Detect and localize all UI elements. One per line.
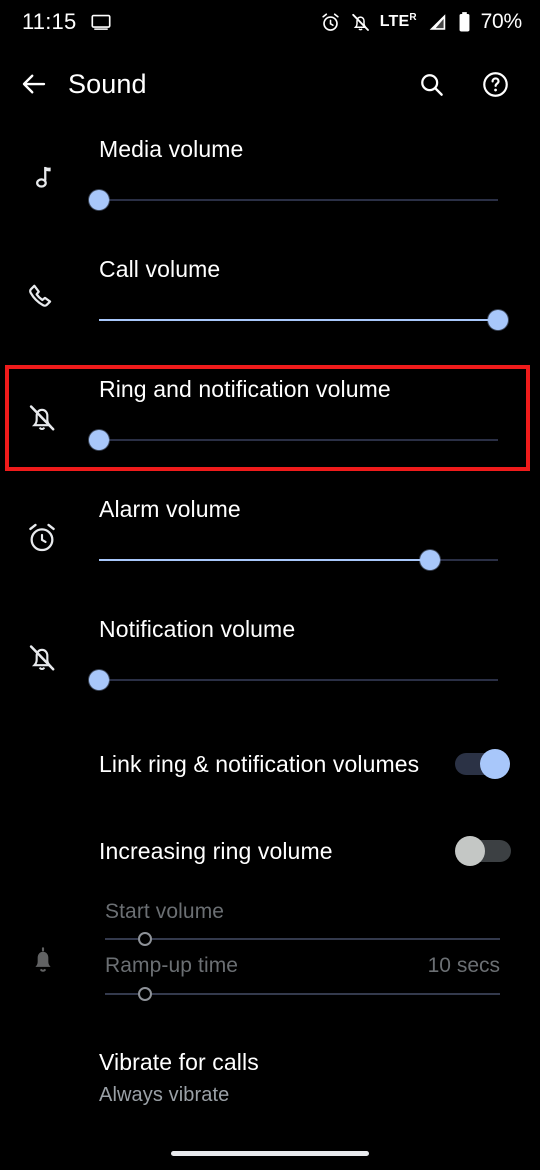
ramp-up-value: 10 secs <box>427 954 500 977</box>
increasing-ring-options-group: Start volume 10 secs Ramp-up time <box>0 892 540 1027</box>
slider-track <box>105 993 500 995</box>
volume-row-notification[interactable]: Notification volume <box>0 598 540 718</box>
slider-thumb[interactable] <box>420 550 441 570</box>
phone-icon <box>20 276 64 320</box>
page-title: Sound <box>68 68 147 99</box>
ramp-up-label-line: 10 secs Ramp-up time <box>105 954 500 978</box>
slider-fill <box>99 319 498 321</box>
status-bar: 11:15 LTE R 70% <box>0 0 540 44</box>
slider-track <box>105 938 500 940</box>
volume-slider-media[interactable] <box>89 190 498 210</box>
vibrate-for-calls-title: Vibrate for calls <box>99 1049 259 1075</box>
volume-label-notification: Notification volume <box>99 616 296 642</box>
setting-row-increasing-ring-volume[interactable]: Increasing ring volume <box>0 810 540 892</box>
slider-fill <box>99 559 431 561</box>
signal-icon <box>426 11 448 33</box>
volume-label-ring-and-notification: Ring and notification volume <box>99 376 391 402</box>
alarm-clock-icon <box>20 516 64 560</box>
setting-label-link-ring-notification: Link ring & notification volumes <box>99 751 420 777</box>
help-circle-icon <box>481 70 510 99</box>
alarm-icon <box>320 12 341 33</box>
slider-thumb[interactable] <box>89 190 109 210</box>
slider-track <box>99 439 498 441</box>
volume-slider-call[interactable] <box>99 310 508 330</box>
slider-thumb[interactable] <box>89 430 109 450</box>
battery-percent-label: 70% <box>480 10 523 33</box>
slider-thumb[interactable] <box>89 670 109 690</box>
toggle-thumb <box>480 749 510 779</box>
slider-thumb <box>137 932 152 946</box>
setting-row-vibrate-for-calls[interactable]: Vibrate for calls Always vibrate <box>0 1027 540 1107</box>
slider-track <box>99 679 498 681</box>
setting-label-increasing-ring-volume: Increasing ring volume <box>99 838 333 864</box>
ramp-up-slider <box>105 987 500 1001</box>
notifications-off-icon <box>350 12 371 33</box>
bell-off-icon <box>20 396 64 440</box>
volume-label-alarm: Alarm volume <box>99 496 241 522</box>
back-button[interactable] <box>0 69 68 99</box>
status-bar-clock: 11:15 <box>22 9 77 34</box>
battery-icon <box>457 11 472 33</box>
music-note-icon <box>20 156 64 200</box>
lte-icon: LTE R <box>379 11 417 31</box>
sound-settings-list: Media volume Call volume Ring and notifi… <box>0 118 540 1107</box>
roaming-label: R <box>409 11 417 23</box>
back-arrow-icon <box>19 69 49 99</box>
cast-screen-icon <box>90 11 112 33</box>
volume-slider-alarm[interactable] <box>99 550 498 570</box>
volume-row-ring-and-notification[interactable]: Ring and notification volume <box>0 358 540 478</box>
start-volume-slider <box>105 932 500 946</box>
start-volume-label: Start volume <box>105 900 225 923</box>
volume-label-media: Media volume <box>99 136 244 162</box>
slider-thumb[interactable] <box>488 310 508 330</box>
volume-slider-notification[interactable] <box>89 670 498 690</box>
start-volume-label-line: Start volume <box>105 900 500 924</box>
vibrate-for-calls-subtitle: Always vibrate <box>99 1084 230 1106</box>
bell-ring-icon <box>22 939 64 981</box>
app-bar-actions <box>408 61 540 107</box>
slider-track <box>99 199 498 201</box>
volume-row-media[interactable]: Media volume <box>0 118 540 238</box>
volume-row-call[interactable]: Call volume <box>0 238 540 358</box>
volume-label-call: Call volume <box>99 256 221 282</box>
toggle-link-ring-notification[interactable] <box>455 747 511 781</box>
ramp-up-label: Ramp-up time <box>105 954 239 977</box>
help-button[interactable] <box>472 61 518 107</box>
search-icon <box>418 71 445 98</box>
slider-thumb <box>137 987 152 1001</box>
app-bar: Sound <box>0 50 540 118</box>
toggle-thumb <box>455 836 485 866</box>
volume-row-alarm[interactable]: Alarm volume <box>0 478 540 598</box>
navigation-bar <box>0 1136 540 1170</box>
toggle-increasing-ring-volume[interactable] <box>455 834 511 868</box>
volume-slider-ring-and-notification[interactable] <box>89 430 498 450</box>
lte-label: LTE <box>379 13 410 30</box>
setting-row-link-ring-notification[interactable]: Link ring & notification volumes <box>0 718 540 810</box>
status-bar-left-icons <box>90 11 112 33</box>
search-button[interactable] <box>408 61 454 107</box>
bell-off-icon <box>20 636 64 680</box>
status-bar-right-icons: LTE R 70% <box>320 10 522 34</box>
home-gesture-pill[interactable] <box>171 1150 369 1156</box>
